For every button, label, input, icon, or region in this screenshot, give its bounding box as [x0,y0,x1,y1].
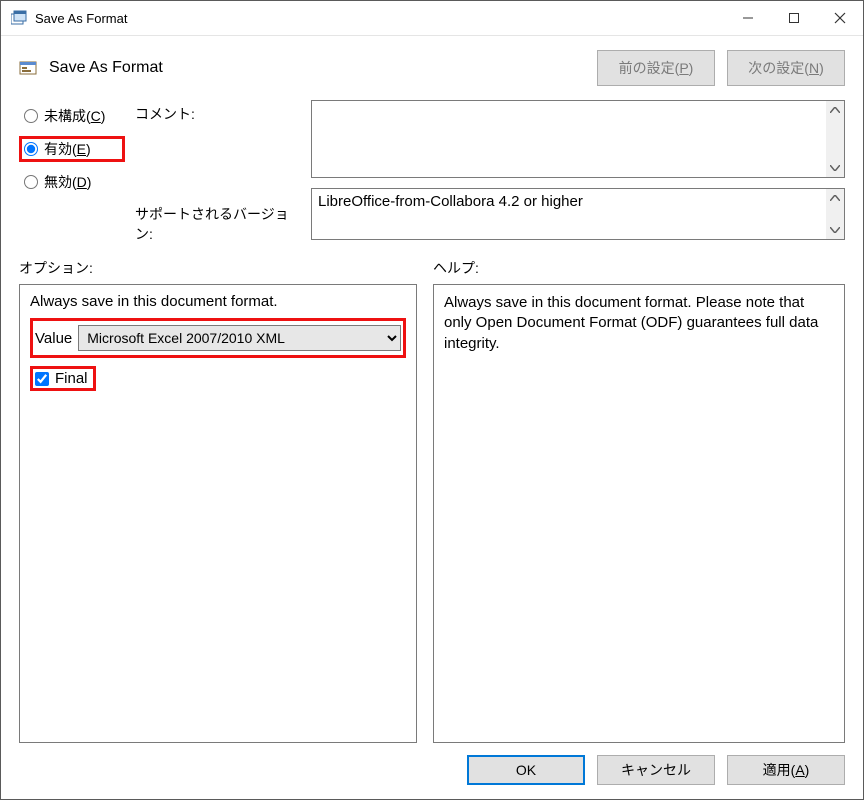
final-label: Final [55,370,88,387]
radio-unconfigured[interactable]: 未構成(C) [19,104,129,128]
options-title: Always save in this document format. [30,293,406,310]
comment-scrollbar[interactable] [826,101,844,177]
section-labels: オプション: ヘルプ: [19,258,845,278]
help-panel: Always save in this document format. Ple… [433,284,845,743]
window-buttons [725,1,863,35]
fields-col: LibreOffice-from-Collabora 4.2 or higher [311,100,845,244]
comment-textarea[interactable] [311,100,845,178]
help-label: ヘルプ: [433,258,845,278]
cancel-button[interactable]: キャンセル [597,755,715,785]
dialog-window: Save As Format Save As Format [0,0,864,800]
options-label: オプション: [19,258,417,278]
ok-button[interactable]: OK [467,755,585,785]
previous-setting-button[interactable]: 前の設定(P) [597,50,715,86]
status-radio-group: 未構成(C) 有効(E) 無効(D) [19,100,129,244]
supported-textarea[interactable]: LibreOffice-from-Collabora 4.2 or higher [311,188,845,240]
config-upper: 未構成(C) 有効(E) 無効(D) コメント: サポートされるバージョン: [19,100,845,244]
apply-button[interactable]: 適用(A) [727,755,845,785]
scroll-down-icon[interactable] [826,221,844,239]
value-row: Value Microsoft Excel 2007/2010 XML [30,318,406,358]
value-select[interactable]: Microsoft Excel 2007/2010 XML [78,325,401,351]
maximize-button[interactable] [771,1,817,35]
options-panel: Always save in this document format. Val… [19,284,417,743]
comment-label: コメント: [135,104,305,124]
field-labels: コメント: サポートされるバージョン: [135,100,305,244]
scroll-up-icon[interactable] [826,101,844,119]
panels: Always save in this document format. Val… [19,284,845,743]
radio-disabled-input[interactable] [24,175,38,189]
final-checkbox-row[interactable]: Final [30,366,96,391]
dialog-buttons: OK キャンセル 適用(A) [19,755,845,785]
supported-value: LibreOffice-from-Collabora 4.2 or higher [312,189,844,214]
titlebar: Save As Format [1,1,863,36]
value-label: Value [35,330,72,347]
minimize-button[interactable] [725,1,771,35]
client-area: Save As Format 前の設定(P) 次の設定(N) 未構成(C) 有効… [1,36,863,799]
app-icon [11,10,27,26]
radio-disabled[interactable]: 無効(D) [19,170,129,194]
policy-icon [19,59,37,77]
supported-label: サポートされるバージョン: [135,204,305,244]
radio-unconfigured-input[interactable] [24,109,38,123]
header-row: Save As Format 前の設定(P) 次の設定(N) [19,50,845,86]
close-button[interactable] [817,1,863,35]
help-text: Always save in this document format. Ple… [444,293,834,354]
final-checkbox[interactable] [35,372,49,386]
page-title: Save As Format [49,59,585,77]
window-title: Save As Format [35,11,725,26]
scroll-down-icon[interactable] [826,159,844,177]
supported-scrollbar[interactable] [826,189,844,239]
comment-value [312,101,844,109]
scroll-up-icon[interactable] [826,189,844,207]
radio-enabled[interactable]: 有効(E) [19,136,125,162]
next-setting-button[interactable]: 次の設定(N) [727,50,845,86]
radio-enabled-input[interactable] [24,142,38,156]
